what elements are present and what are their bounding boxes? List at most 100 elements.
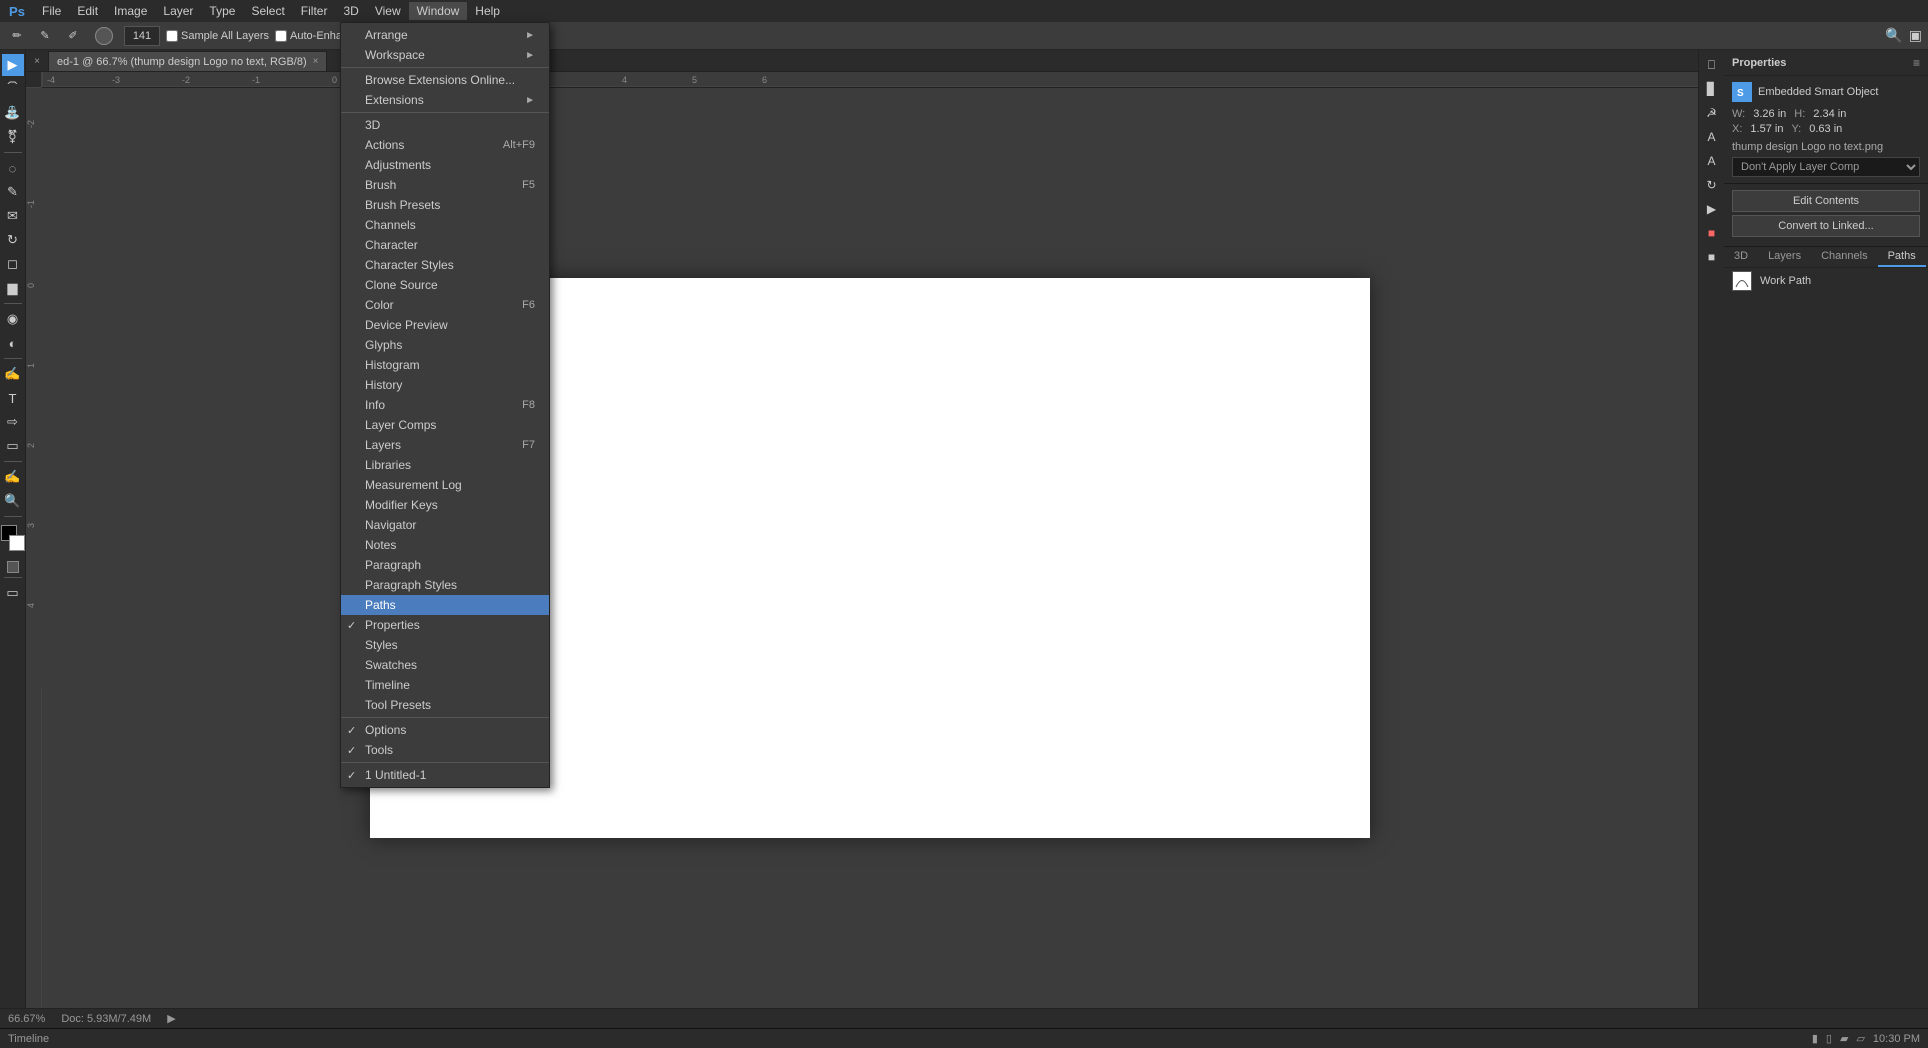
brush-size-input[interactable] [124,26,160,46]
layer-comp-select[interactable]: Don't Apply Layer Comp [1732,157,1920,177]
menu-item-timeline[interactable]: Timeline [341,675,549,695]
status-arrow[interactable]: ▶ [167,1012,175,1025]
tool-eyedropper[interactable]: ⚧ [2,126,24,148]
properties-menu-icon[interactable]: ≡ [1913,56,1920,70]
menu-item-tool-presets[interactable]: Tool Presets [341,695,549,715]
menu-item-notes[interactable]: Notes [341,535,549,555]
auto-enhance-checkbox[interactable] [275,30,287,42]
canvas-content[interactable] [42,88,1698,1028]
tool-btn-3[interactable]: ✐ [62,25,84,47]
tool-eraser[interactable]: ◻ [2,253,24,275]
tool-hand[interactable]: ✍ [2,466,24,488]
menu-3d[interactable]: 3D [335,2,366,20]
properties-icon[interactable]: ⎕ [1701,54,1723,76]
swatches-icon[interactable]: ■ [1701,246,1723,268]
arrange-icon[interactable]: ▣ [1909,27,1922,44]
menu-item-paths[interactable]: Paths [341,595,549,615]
menu-item-paragraph-styles[interactable]: Paragraph Styles [341,575,549,595]
bottom-icon-2[interactable]: ▯ [1826,1032,1832,1045]
sample-all-layers-checkbox[interactable] [166,30,178,42]
layer-icon[interactable]: ▊ [1701,78,1723,100]
menu-image[interactable]: Image [106,2,155,20]
menu-window[interactable]: Window [409,2,468,20]
menu-item-character-styles[interactable]: Character Styles [341,255,549,275]
background-color[interactable] [9,535,25,551]
tool-btn-1[interactable]: ✏ [6,25,28,47]
bottom-icon-1[interactable]: ▮ [1812,1032,1818,1045]
menu-item-3d[interactable]: 3D [341,115,549,135]
tool-screen-mode[interactable]: ▭ [2,582,24,604]
menu-item-styles[interactable]: Styles [341,635,549,655]
tool-btn-2[interactable]: ✎ [34,25,56,47]
tool-history-brush[interactable]: ↻ [2,229,24,251]
tool-shape[interactable]: ▭ [2,435,24,457]
menu-item-tools[interactable]: Tools [341,740,549,760]
bottom-icon-3[interactable]: ▰ [1840,1032,1848,1045]
tool-heal[interactable]: ◌ [2,157,24,179]
convert-linked-btn[interactable]: Convert to Linked... [1732,215,1920,237]
menu-item-color[interactable]: ColorF6 [341,295,549,315]
tab-channels[interactable]: Channels [1811,247,1877,267]
menu-item-browse-extensions-online...[interactable]: Browse Extensions Online... [341,70,549,90]
tab-layers[interactable]: Layers [1758,247,1811,267]
styles-icon[interactable]: A [1701,126,1723,148]
tab-paths[interactable]: Paths [1878,247,1926,267]
menu-item-actions[interactable]: ActionsAlt+F9 [341,135,549,155]
menu-item-navigator[interactable]: Navigator [341,515,549,535]
menu-item-modifier-keys[interactable]: Modifier Keys [341,495,549,515]
tool-selection[interactable]: ▶ [2,54,24,76]
tool-clone[interactable]: ✉ [2,205,24,227]
color-icon[interactable]: ■ [1701,222,1723,244]
menu-item-workspace[interactable]: Workspace► [341,45,549,65]
search-icon[interactable]: 🔍 [1885,27,1902,44]
menu-view[interactable]: View [367,2,409,20]
edit-contents-btn[interactable]: Edit Contents [1732,190,1920,212]
menu-item-history[interactable]: History [341,375,549,395]
menu-item-properties[interactable]: Properties [341,615,549,635]
tool-zoom[interactable]: 🔍 [2,490,24,512]
menu-item-libraries[interactable]: Libraries [341,455,549,475]
tool-path-select[interactable]: ⇨ [2,411,24,433]
tool-crop[interactable]: ⛲ [2,102,24,124]
menu-item-layer-comps[interactable]: Layer Comps [341,415,549,435]
tool-pen[interactable]: ✍ [2,363,24,385]
menu-select[interactable]: Select [243,2,292,20]
doc-close-btn[interactable]: × [26,51,48,71]
menu-item-1-untitled-1[interactable]: 1 Untitled-1 [341,765,549,785]
adjustments-icon[interactable]: ☭ [1701,102,1723,124]
menu-edit[interactable]: Edit [69,2,106,20]
document-tab[interactable]: ed-1 @ 66.7% (thump design Logo no text,… [48,51,327,71]
tool-blur[interactable]: ◉ [2,308,24,330]
menu-item-brush[interactable]: BrushF5 [341,175,549,195]
menu-item-device-preview[interactable]: Device Preview [341,315,549,335]
tab-close-btn[interactable]: × [313,56,319,67]
tool-brush[interactable]: ✎ [2,181,24,203]
menu-item-histogram[interactable]: Histogram [341,355,549,375]
menu-item-layers[interactable]: LayersF7 [341,435,549,455]
menu-item-extensions[interactable]: Extensions► [341,90,549,110]
menu-item-channels[interactable]: Channels [341,215,549,235]
menu-item-paragraph[interactable]: Paragraph [341,555,549,575]
tool-lasso[interactable]: ⏠ [2,78,24,100]
menu-item-measurement-log[interactable]: Measurement Log [341,475,549,495]
timeline-label[interactable]: Timeline [8,1033,49,1045]
menu-layer[interactable]: Layer [155,2,201,20]
menu-item-swatches[interactable]: Swatches [341,655,549,675]
tab-3d[interactable]: 3D [1724,247,1758,267]
menu-item-brush-presets[interactable]: Brush Presets [341,195,549,215]
menu-item-options[interactable]: Options [341,720,549,740]
path-item-work[interactable]: Work Path [1724,268,1928,294]
menu-filter[interactable]: Filter [293,2,336,20]
history-icon[interactable]: ↻ [1701,174,1723,196]
tool-type[interactable]: T [2,387,24,409]
menu-item-info[interactable]: InfoF8 [341,395,549,415]
character-icon[interactable]: A [1701,150,1723,172]
menu-item-clone-source[interactable]: Clone Source [341,275,549,295]
menu-file[interactable]: File [34,2,69,20]
bottom-icon-4[interactable]: ▱ [1856,1032,1864,1045]
menu-item-arrange[interactable]: Arrange► [341,25,549,45]
tool-dodge[interactable]: ◐ [2,332,24,354]
menu-type[interactable]: Type [201,2,243,20]
menu-help[interactable]: Help [467,2,508,20]
menu-item-glyphs[interactable]: Glyphs [341,335,549,355]
